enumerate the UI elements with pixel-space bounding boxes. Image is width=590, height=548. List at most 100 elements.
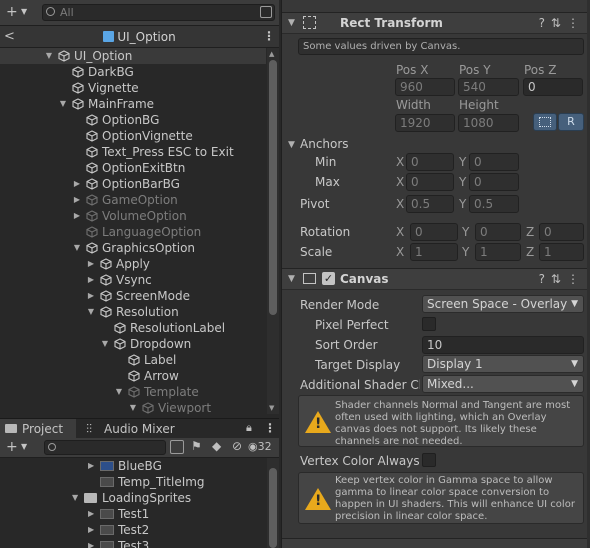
expand-down-icon[interactable]: ▼ — [114, 384, 124, 400]
tab-project[interactable]: Project — [0, 419, 76, 439]
anchors-foldout-icon[interactable]: ▼ — [288, 140, 295, 150]
project-search-input[interactable] — [44, 440, 166, 455]
scrollbar-thumb[interactable] — [269, 468, 277, 548]
hierarchy-item[interactable]: ▼ Viewport — [0, 400, 266, 414]
hierarchy-item[interactable]: OptionVignette — [0, 128, 266, 144]
expand-down-icon[interactable]: ▼ — [72, 490, 78, 506]
hierarchy-item[interactable]: ▶ OptionBarBG — [0, 176, 266, 192]
shader-channels-dropdown[interactable]: Mixed... ▼ — [422, 375, 584, 393]
gameobject-cube-icon — [100, 290, 112, 302]
anchor-min-x-field: 0 — [406, 153, 454, 171]
add-icon[interactable]: + — [6, 439, 18, 455]
scroll-up-icon[interactable]: ▲ — [269, 50, 274, 58]
gameobject-cube-icon — [128, 354, 140, 366]
hierarchy-item[interactable]: ResolutionLabel — [0, 320, 266, 336]
rect-transform-header[interactable]: ▼ Rect Transform ?⇅⋮ — [282, 12, 590, 34]
project-asset[interactable]: ▶ Test2 — [0, 522, 266, 538]
chevron-down-icon[interactable]: ▼ — [21, 7, 27, 16]
hierarchy-item[interactable]: OptionBG — [0, 112, 266, 128]
project-asset[interactable]: Temp_TitleImg — [0, 474, 266, 490]
more-options-icon[interactable]: ⋮ — [264, 421, 276, 435]
expand-right-icon[interactable]: ▶ — [88, 538, 94, 548]
expand-right-icon[interactable]: ▶ — [72, 176, 82, 192]
foldout-arrow-icon[interactable]: ▼ — [288, 18, 295, 28]
rotation-x-field: 0 — [410, 223, 458, 241]
hierarchy-item[interactable]: ▶ Apply — [0, 256, 266, 272]
expand-right-icon[interactable]: ▶ — [88, 522, 94, 538]
expand-down-icon[interactable]: ▼ — [100, 336, 110, 352]
render-mode-dropdown[interactable]: Screen Space - Overlay ▼ — [422, 295, 584, 313]
hierarchy-item[interactable]: LanguageOption — [0, 224, 266, 240]
hierarchy-item[interactable]: ▼ Resolution — [0, 304, 266, 320]
saved-search-icon[interactable]: ◆ — [212, 439, 221, 453]
target-display-dropdown[interactable]: Display 1 ▼ — [422, 355, 584, 373]
canvas-enabled-checkbox[interactable]: ✓ — [322, 272, 335, 285]
expand-down-icon[interactable]: ▼ — [58, 96, 68, 112]
hierarchy-item[interactable]: ▶ ScreenMode — [0, 288, 266, 304]
hierarchy-item[interactable]: DarkBG — [0, 64, 266, 80]
gameobject-cube-icon — [72, 82, 84, 94]
project-item-label: LoadingSprites — [102, 491, 192, 505]
inspector-panel: ▼ Rect Transform ?⇅⋮ Some values driven … — [281, 0, 590, 548]
expand-right-icon[interactable]: ▶ — [72, 192, 82, 208]
expand-right-icon[interactable]: ▶ — [86, 288, 96, 304]
hierarchy-item[interactable]: ▼ UI_Option — [0, 48, 266, 64]
hierarchy-item[interactable]: Arrow — [0, 368, 266, 384]
project-folder[interactable]: ▼ LoadingSprites — [0, 490, 266, 506]
axis-x-label: X — [396, 245, 405, 259]
search-by-type-icon[interactable] — [170, 440, 184, 454]
hierarchy-item[interactable]: Text_Press ESC to Exit — [0, 144, 266, 160]
expand-right-icon[interactable]: ▶ — [88, 458, 94, 474]
project-asset[interactable]: ▶ BlueBG — [0, 458, 266, 474]
sort-order-field[interactable]: 10 — [422, 336, 584, 354]
expand-down-icon[interactable]: ▼ — [72, 240, 82, 256]
add-icon[interactable]: + — [6, 4, 18, 20]
project-asset[interactable]: ▶ Test3 — [0, 538, 266, 548]
foldout-arrow-icon[interactable]: ▼ — [288, 274, 295, 284]
expand-down-icon[interactable]: ▼ — [44, 48, 54, 64]
component-header-icons[interactable]: ?⇅⋮ — [539, 272, 585, 286]
hierarchy-item[interactable]: ▼ MainFrame — [0, 96, 266, 112]
hierarchy-item[interactable]: Label — [0, 352, 266, 368]
expand-right-icon[interactable]: ▶ — [88, 506, 94, 522]
blueprint-mode-button[interactable] — [533, 113, 557, 131]
width-field: 1920 — [395, 114, 455, 132]
hierarchy-item[interactable]: ▶ GameOption — [0, 192, 266, 208]
project-asset[interactable]: ▶ Test1 — [0, 506, 266, 522]
raw-edit-button[interactable]: R — [558, 113, 584, 131]
hierarchy-item[interactable]: ▼ Template — [0, 384, 266, 400]
vertex-color-checkbox[interactable] — [422, 453, 436, 467]
lock-icon[interactable]: 🔒︎ — [246, 421, 252, 435]
scroll-down-icon[interactable]: ▼ — [269, 404, 274, 412]
expand-right-icon[interactable]: ▶ — [86, 256, 96, 272]
expand-down-icon[interactable]: ▼ — [86, 304, 96, 320]
search-by-label-icon[interactable]: ⚑ — [191, 439, 202, 453]
more-options-icon[interactable]: ⋮ — [263, 29, 275, 43]
scrollbar-thumb[interactable] — [269, 60, 277, 315]
hierarchy-item[interactable]: OptionExitBtn — [0, 160, 266, 176]
pos-z-field[interactable]: 0 — [523, 78, 583, 96]
hierarchy-item[interactable]: Vignette — [0, 80, 266, 96]
expand-right-icon[interactable]: ▶ — [72, 208, 82, 224]
component-header-icons[interactable]: ?⇅⋮ — [539, 16, 585, 30]
hierarchy-item[interactable]: ▶ VolumeOption — [0, 208, 266, 224]
hierarchy-scrollbar[interactable]: ▲ ▼ — [267, 48, 279, 414]
hierarchy-search-input[interactable]: All — [42, 4, 275, 21]
hierarchy-item[interactable]: ▼ Dropdown — [0, 336, 266, 352]
hidden-count[interactable]: ◉32 — [248, 440, 272, 453]
canvas-header[interactable]: ▼ ✓ Canvas ?⇅⋮ — [282, 268, 590, 290]
hierarchy-item-label: Vsync — [116, 273, 152, 287]
hierarchy-item[interactable]: ▼ GraphicsOption — [0, 240, 266, 256]
search-filter-icon[interactable] — [260, 6, 272, 18]
tab-audio-mixer[interactable]: ⫶⫶ Audio Mixer — [82, 419, 182, 439]
chevron-down-icon[interactable]: ▼ — [21, 442, 27, 451]
next-component-header[interactable] — [282, 538, 590, 548]
expand-right-icon[interactable]: ▶ — [86, 272, 96, 288]
pixel-perfect-checkbox[interactable] — [422, 317, 436, 331]
expand-down-icon[interactable]: ▼ — [128, 400, 138, 414]
hidden-packages-icon[interactable]: ⊘ — [232, 439, 242, 453]
pivot-x-field: 0.5 — [406, 195, 454, 213]
prefab-cube-icon — [103, 31, 115, 42]
hierarchy-item[interactable]: ▶ Vsync — [0, 272, 266, 288]
project-scrollbar[interactable] — [267, 458, 279, 548]
